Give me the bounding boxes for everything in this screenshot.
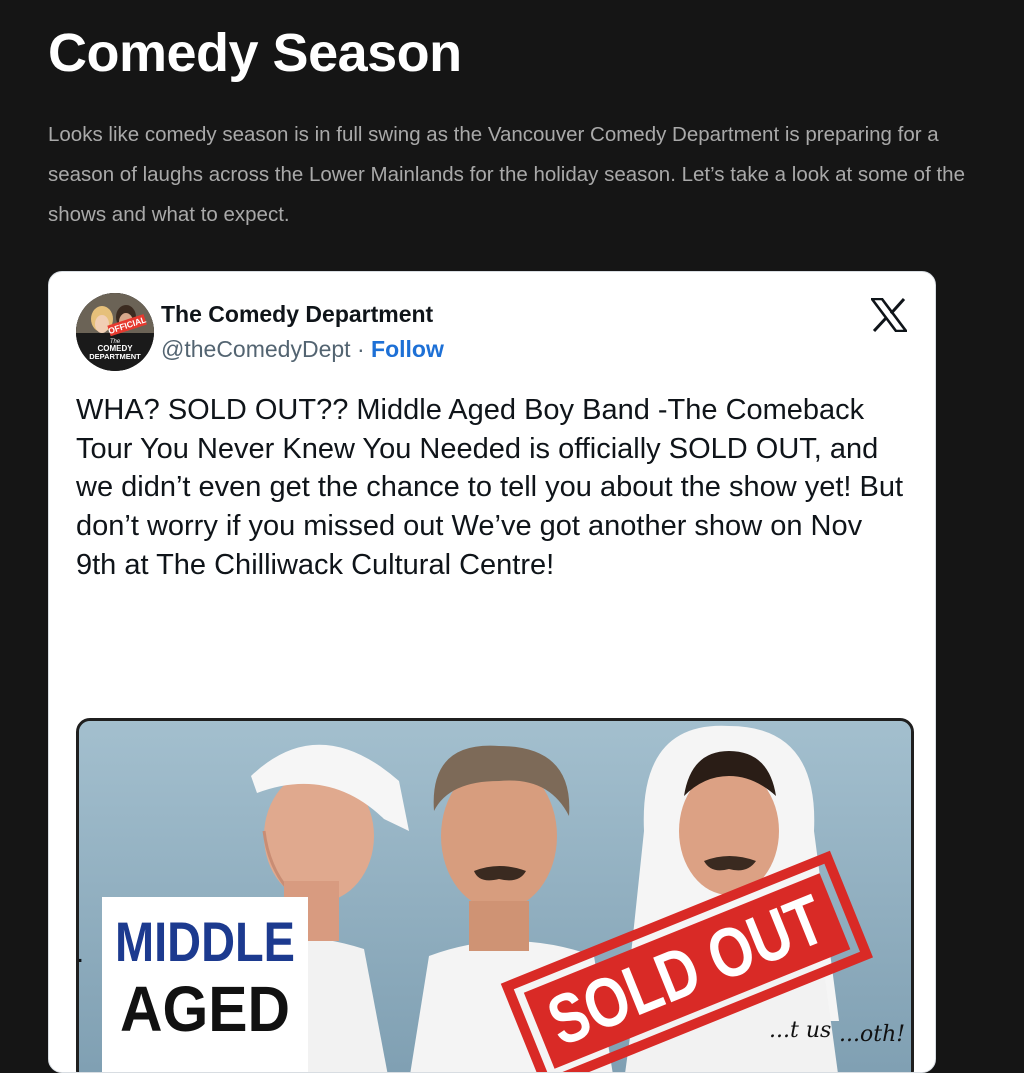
tweet-body: WHA? SOLD OUT?? Middle Aged Boy Band -Th…: [76, 394, 904, 581]
tweet-embed-card[interactable]: OFFICIAL The COMEDY DEPARTMENT The Comed…: [48, 271, 936, 1073]
x-logo-svg: [869, 297, 909, 333]
author-avatar[interactable]: OFFICIAL The COMEDY DEPARTMENT: [76, 293, 154, 371]
author-handle-line: @theComedyDept · Follow: [161, 336, 444, 363]
avatar-image: OFFICIAL The COMEDY DEPARTMENT: [76, 293, 154, 371]
follow-button[interactable]: Follow: [371, 336, 444, 362]
author-handle[interactable]: @theComedyDept: [161, 336, 351, 362]
article-title: Comedy Season: [48, 23, 462, 83]
avatar-line2-text: DEPARTMENT: [89, 352, 141, 361]
poster-illustration: MIDDLE AGED SOLD OUT ...t us ...oth!: [79, 721, 911, 1072]
article-intro: Looks like comedy season is in full swin…: [48, 123, 965, 226]
tweet-trailing-dot: .: [76, 937, 85, 969]
handle-separator: ·: [350, 336, 372, 362]
x-logo-icon[interactable]: [869, 297, 909, 333]
author-name[interactable]: The Comedy Department: [161, 301, 433, 328]
poster-scrawl-right: ...oth!: [839, 1022, 905, 1047]
poster-scrawl-left: ...t us: [769, 1018, 831, 1043]
poster-title-line1: MIDDLE: [115, 910, 295, 973]
poster-title-line2: AGED: [120, 973, 290, 1045]
tweet-media-image[interactable]: MIDDLE AGED SOLD OUT ...t us ...oth!: [76, 718, 914, 1072]
